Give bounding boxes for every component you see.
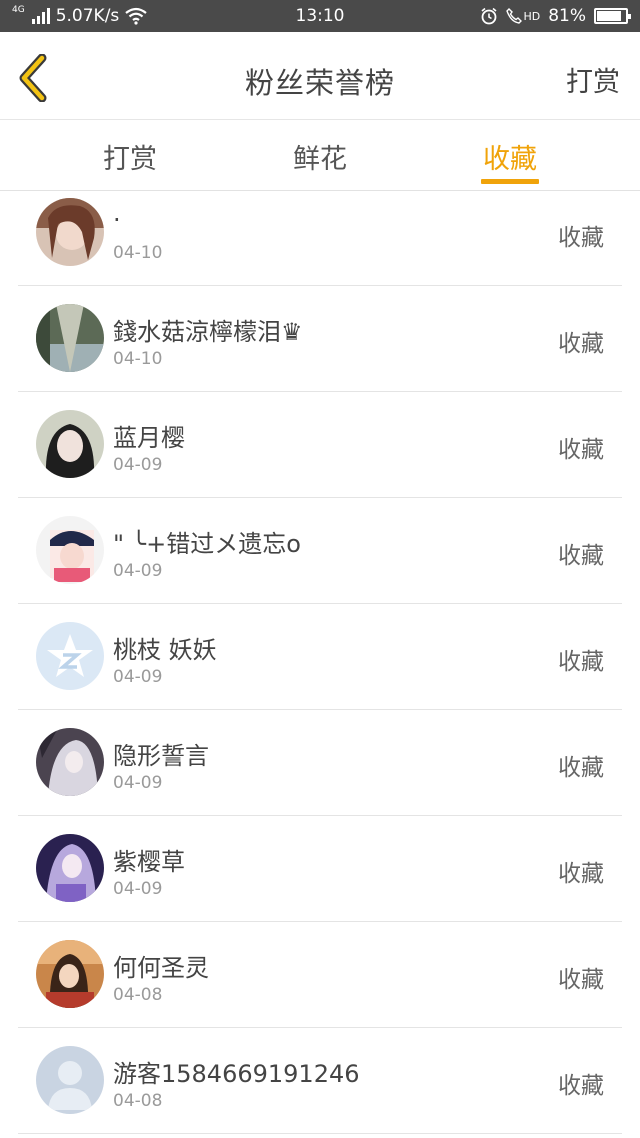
avatar[interactable] — [36, 622, 104, 690]
network-speed: 5.07K/s — [55, 6, 120, 26]
fan-date: 04-09 — [113, 773, 163, 793]
avatar[interactable] — [36, 1046, 104, 1114]
phone-icon — [506, 8, 523, 24]
action-label: 收藏 — [558, 331, 604, 357]
action-label: 收藏 — [558, 437, 604, 463]
fan-name: 蓝月樱 — [113, 424, 185, 452]
list-item[interactable]: 游客1584669191246 04-08 收藏 — [0, 1028, 640, 1134]
tab-favorites[interactable]: 收藏 — [440, 137, 580, 176]
avatar[interactable] — [36, 304, 104, 372]
fan-name: 何何圣灵 — [113, 954, 209, 982]
active-tab-indicator — [481, 179, 539, 184]
fan-name: 游客1584669191246 — [113, 1060, 360, 1088]
list-item[interactable]: " ╰+错过メ遗忘o 04-09 收藏 — [0, 498, 640, 604]
fan-date: 04-10 — [113, 349, 163, 369]
fan-date: 04-09 — [113, 455, 163, 475]
fan-name: 桃枝 妖妖 — [113, 636, 217, 664]
tab-flowers[interactable]: 鲜花 — [250, 137, 390, 176]
status-bar: 4G 5.07K/s 13:10 HD 81% — [0, 0, 640, 32]
fan-name: " ╰+错过メ遗忘o — [113, 530, 301, 558]
list-item[interactable]: 隐形誓言 04-09 收藏 — [0, 710, 640, 816]
fan-name: 隐形誓言 — [113, 742, 209, 770]
wifi-icon — [125, 7, 147, 25]
action-label: 收藏 — [558, 1073, 604, 1099]
status-right: HD 81% — [480, 6, 631, 26]
battery-percent: 81% — [548, 6, 586, 26]
tab-bar: 打赏 鲜花 收藏 — [0, 121, 640, 191]
action-label: 收藏 — [558, 225, 604, 251]
fan-date: 04-08 — [113, 985, 163, 1005]
fan-name: · — [113, 206, 121, 234]
avatar[interactable] — [36, 728, 104, 796]
list-item[interactable]: 錢水菇涼檸檬泪♛ 04-10 收藏 — [0, 286, 640, 392]
status-left: 4G 5.07K/s — [12, 6, 147, 26]
signal-icon — [31, 8, 50, 24]
fan-name: 紫樱草 — [113, 848, 185, 876]
action-label: 收藏 — [558, 543, 604, 569]
battery-icon — [594, 8, 631, 24]
action-label: 收藏 — [558, 967, 604, 993]
default-avatar-icon — [36, 622, 104, 690]
avatar[interactable] — [36, 834, 104, 902]
alarm-icon — [481, 7, 497, 25]
avatar[interactable] — [36, 198, 104, 266]
hd-label: HD — [523, 9, 541, 23]
fan-date: 04-09 — [113, 667, 163, 687]
fan-name: 錢水菇涼檸檬泪♛ — [113, 318, 303, 346]
fan-date: 04-08 — [113, 1091, 163, 1111]
action-label: 收藏 — [558, 861, 604, 887]
list-item[interactable]: 紫樱草 04-09 收藏 — [0, 816, 640, 922]
user-placeholder-icon — [36, 1046, 104, 1114]
list-item[interactable]: · 04-10 收藏 — [0, 192, 640, 286]
hd-call-indicator: HD — [506, 8, 540, 24]
fan-date: 04-09 — [113, 879, 163, 899]
fan-date: 04-10 — [113, 243, 163, 263]
reward-button[interactable]: 打赏 — [566, 60, 620, 99]
page-title: 粉丝荣誉榜 — [244, 66, 395, 100]
list-item[interactable]: 何何圣灵 04-08 收藏 — [0, 922, 640, 1028]
header: 粉丝荣誉榜 打赏 — [0, 32, 640, 120]
action-label: 收藏 — [558, 755, 604, 781]
action-label: 收藏 — [558, 649, 604, 675]
avatar[interactable] — [36, 410, 104, 478]
fan-list[interactable]: · 04-10 收藏 錢水菇涼檸檬泪♛ 04-10 收藏 蓝月樱 04-09 收… — [0, 192, 640, 1138]
network-type-label: 4G — [12, 5, 25, 15]
divider — [18, 1133, 622, 1134]
tab-reward[interactable]: 打赏 — [60, 137, 200, 176]
list-item[interactable]: 蓝月樱 04-09 收藏 — [0, 392, 640, 498]
fan-date: 04-09 — [113, 561, 163, 581]
avatar[interactable] — [36, 940, 104, 1008]
list-item[interactable]: 桃枝 妖妖 04-09 收藏 — [0, 604, 640, 710]
avatar[interactable] — [36, 516, 104, 584]
